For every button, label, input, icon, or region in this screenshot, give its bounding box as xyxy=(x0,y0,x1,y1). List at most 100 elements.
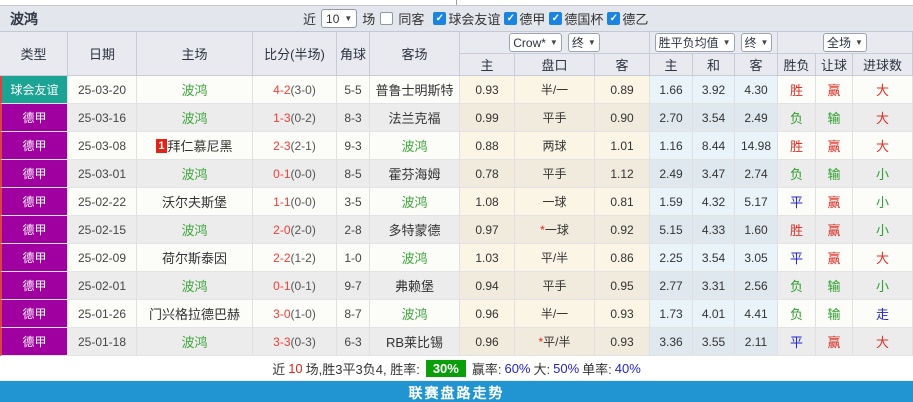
filter-controls: 近 10 ▼ 场 同客 ✓ 球会友谊 ✓ 德甲 ✓ 德国杯 ✓ 德乙 xyxy=(303,6,648,31)
corners-cell: 8-3 xyxy=(337,104,370,132)
goals-cell: 大 xyxy=(853,76,913,104)
home-odds-cell: 0.99 xyxy=(460,104,515,132)
fulltime-score: 4-2 xyxy=(273,82,291,97)
result-cell: 负 xyxy=(778,272,816,300)
handicap-result-cell: 赢 xyxy=(816,328,853,356)
type-cell: 德甲 xyxy=(0,132,68,160)
goals-cell: 小 xyxy=(853,272,913,300)
mean-win-cell: 2.25 xyxy=(650,244,693,272)
mean-draw-cell: 3.31 xyxy=(693,272,735,300)
fulltime-score: 2-2 xyxy=(273,250,291,265)
league-filter: ✓ 球会友谊 xyxy=(433,9,500,28)
home-team-name: 波鸿 xyxy=(181,83,208,98)
result-cell: 负 xyxy=(778,104,816,132)
away-odds-cell: 0.93 xyxy=(595,328,650,356)
away-odds-cell: 0.95 xyxy=(595,272,650,300)
home-team-name: 拜仁慕尼黑 xyxy=(167,139,233,154)
team-title: 波鸿 xyxy=(10,10,38,27)
fulltime-score: 1-3 xyxy=(273,110,291,125)
away-team-name: 波鸿 xyxy=(401,139,428,154)
table-row: 德甲 25-01-26 门兴格拉德巴赫 3-0 (1-0) 8-7 波鸿 0.96 半/一 0.9… xyxy=(0,300,913,328)
subcol-mean-lose: 客 xyxy=(735,54,778,76)
league-filter-label: 球会友谊 xyxy=(448,12,501,27)
home-odds-cell: 0.93 xyxy=(460,76,515,104)
mean-draw-cell: 3.54 xyxy=(693,244,735,272)
result-cell: 负 xyxy=(778,300,816,328)
corners-cell: 9-7 xyxy=(337,272,370,300)
date-cell: 25-01-26 xyxy=(68,300,137,328)
stat-label: 赢率: xyxy=(471,361,502,377)
mean-lose-cell: 3.05 xyxy=(735,244,778,272)
halftime-score: (3-0) xyxy=(290,82,316,97)
mean-lose-cell: 1.60 xyxy=(735,216,778,244)
table-row: 球会友谊 25-03-20 波鸿 4-2 (3-0) 5-5 普鲁士明斯特 0.93 半/一 0.… xyxy=(0,76,913,104)
table-row: 德甲 25-03-08 1 拜仁慕尼黑 2-3 (2-1) 9-3 波鸿 0.88 两球 1.01 1… xyxy=(0,132,913,160)
mean-lose-cell: 2.74 xyxy=(735,160,778,188)
mean-win-cell: 2.77 xyxy=(650,272,693,300)
away-team-cell: 弗赖堡 xyxy=(370,272,460,300)
away-odds-cell: 0.81 xyxy=(595,188,650,216)
stat-value: 60% xyxy=(504,360,531,376)
score-cell: 0-1 (0-0) xyxy=(253,160,337,188)
odds-company-select[interactable]: Crow* ▼ xyxy=(509,33,562,52)
home-team-name: 沃尔夫斯堡 xyxy=(161,195,227,210)
fulltime-score: 1-1 xyxy=(273,194,291,209)
away-team-cell: RB莱比锡 xyxy=(370,328,460,356)
fulltime-score: 3-0 xyxy=(273,306,291,321)
home-team-name: 波鸿 xyxy=(181,223,208,238)
away-odds-cell: 0.89 xyxy=(595,76,650,104)
col-header-score: 比分(半场) xyxy=(253,32,337,76)
home-team-cell: 波鸿 xyxy=(137,216,253,244)
score-cell: 2-0 (2-0) xyxy=(253,216,337,244)
corners-cell: 2-8 xyxy=(337,216,370,244)
home-team-name: 波鸿 xyxy=(181,279,208,294)
home-team-cell: 波鸿 xyxy=(137,328,253,356)
mean-draw-cell: 3.47 xyxy=(693,160,735,188)
league-filter-checkbox[interactable]: ✓ xyxy=(433,12,447,25)
type-cell: 德甲 xyxy=(0,328,68,356)
table-header: 类型 日期 主场 比分(半场) 角球 客场 Crow* ▼ 终 ▼ 胜平负均值 ▼ 终… xyxy=(0,31,913,76)
league-filter: ✓ 德乙 xyxy=(607,9,648,28)
handicap-star: * xyxy=(540,222,545,237)
result-cell: 平 xyxy=(778,244,816,272)
halftime-score: (1-2) xyxy=(290,250,316,265)
goals-cell: 大 xyxy=(853,328,913,356)
divider xyxy=(456,0,457,5)
league-filter-checkbox[interactable]: ✓ xyxy=(549,12,563,25)
win-rate-badge: 30% xyxy=(425,359,466,377)
home-team-name: 门兴格拉德巴赫 xyxy=(148,307,240,322)
type-cell: 德甲 xyxy=(0,300,68,328)
table-row: 德甲 25-01-18 波鸿 3-3 (0-3) 6-3 RB莱比锡 0.96 * 平/半 0.93… xyxy=(0,328,913,356)
league-filter-label: 德甲 xyxy=(519,12,546,27)
mean-select[interactable]: 胜平负均值 ▼ xyxy=(654,33,735,52)
subcol-mean-win: 主 xyxy=(650,54,693,76)
home-team-name: 波鸿 xyxy=(181,167,208,182)
halftime-score: (2-1) xyxy=(290,138,316,153)
goals-cell: 小 xyxy=(853,216,913,244)
away-team-cell: 波鸿 xyxy=(370,300,460,328)
home-odds-cell: 1.03 xyxy=(460,244,515,272)
result-cell: 胜 xyxy=(778,76,816,104)
match-count-select[interactable]: 10 ▼ xyxy=(321,9,358,28)
goals-cell: 大 xyxy=(853,132,913,160)
away-team-name: 多特蒙德 xyxy=(388,223,441,238)
date-cell: 25-03-20 xyxy=(68,76,137,104)
league-filter-checkbox[interactable]: ✓ xyxy=(607,12,621,25)
result-cell: 负 xyxy=(778,160,816,188)
summary-recent-label: 近 xyxy=(272,361,286,377)
result-cell: 平 xyxy=(778,328,816,356)
subcol-mean-draw: 和 xyxy=(693,54,735,76)
handicap-cell: 平/半 xyxy=(515,244,595,272)
same-opponent-checkbox[interactable] xyxy=(380,12,394,25)
handicap-result-cell: 输 xyxy=(816,272,853,300)
away-team-cell: 普鲁士明斯特 xyxy=(370,76,460,104)
odds-final-select[interactable]: 终 ▼ xyxy=(567,33,600,52)
goals-cell: 大 xyxy=(853,104,913,132)
mean-final-select[interactable]: 终 ▼ xyxy=(740,33,773,52)
away-team-name: 波鸿 xyxy=(401,195,428,210)
league-filter-checkbox[interactable]: ✓ xyxy=(504,12,518,25)
date-cell: 25-03-01 xyxy=(68,160,137,188)
stat-value: 50% xyxy=(553,360,580,376)
corners-cell: 8-7 xyxy=(337,300,370,328)
fullmatch-select[interactable]: 全场 ▼ xyxy=(823,33,867,52)
